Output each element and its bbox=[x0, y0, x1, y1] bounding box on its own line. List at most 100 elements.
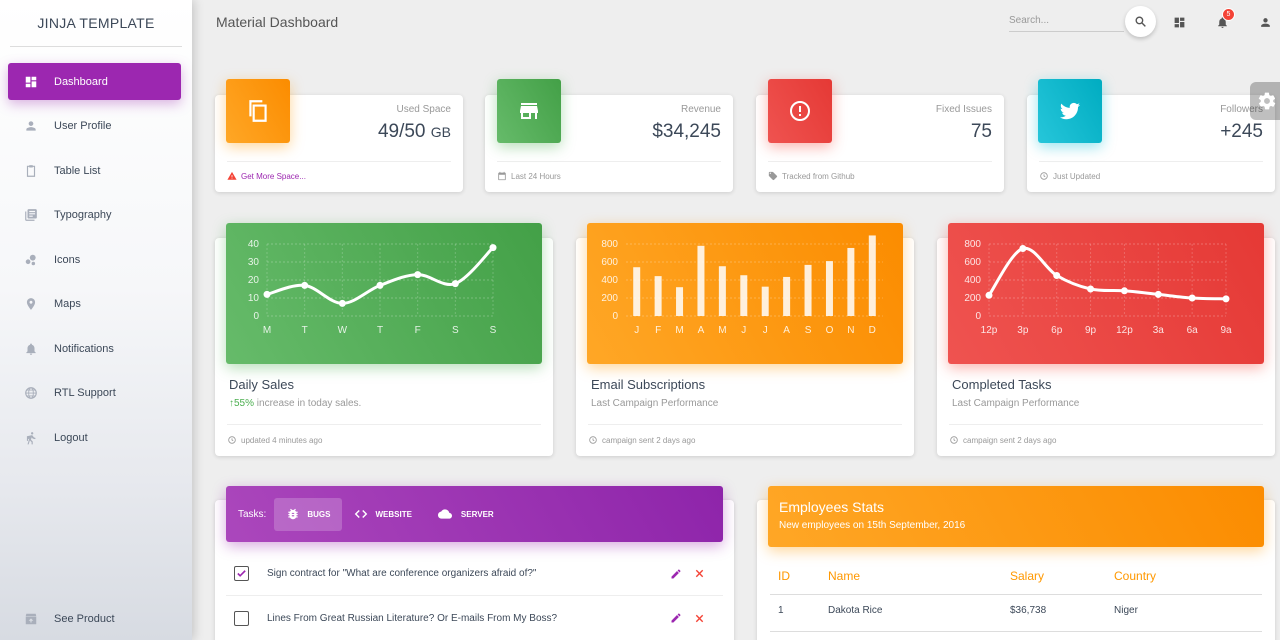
tasks-label: Tasks: bbox=[238, 508, 267, 520]
chart-subtitle: ↑55% increase in today sales. bbox=[229, 398, 362, 409]
x-tick-label: F bbox=[415, 325, 421, 336]
bubble-chart-icon bbox=[23, 252, 39, 268]
sidebar-item-user-profile[interactable]: User Profile bbox=[8, 107, 181, 144]
tab-bugs[interactable]: BUGS bbox=[274, 497, 343, 531]
library-books-icon bbox=[23, 207, 39, 223]
x-tick-label: 12p bbox=[981, 325, 998, 336]
table-divider bbox=[770, 594, 1262, 595]
task-text: Sign contract for "What are conference o… bbox=[267, 568, 537, 579]
table-cell-id: 1 bbox=[778, 605, 784, 616]
completed-tasks-chart[interactable]: 0 200 400 600 800 12p 3p 6p 9p 12p 3a 6a 9a bbox=[948, 223, 1264, 364]
sidebar-item-dashboard[interactable]: Dashboard bbox=[8, 63, 181, 100]
sidebar-item-label: Dashboard bbox=[54, 75, 108, 88]
clock-icon bbox=[228, 436, 236, 444]
sidebar-item-typography[interactable]: Typography bbox=[8, 196, 181, 233]
y-tick-label: 40 bbox=[248, 239, 260, 250]
stat-footer: Just Updated bbox=[1039, 161, 1263, 181]
y-tick-label: 20 bbox=[248, 275, 260, 286]
close-icon[interactable] bbox=[694, 613, 705, 624]
series-line bbox=[987, 246, 1227, 301]
table-header-salary: Salary bbox=[1010, 569, 1045, 583]
y-tick-label: 0 bbox=[253, 311, 259, 322]
stat-footer-text: Tracked from Github bbox=[782, 171, 855, 181]
x-tick-label: T bbox=[302, 325, 308, 336]
y-tick-label: 200 bbox=[964, 293, 981, 304]
x-tick-label: M bbox=[675, 325, 683, 336]
sidebar-item-icons[interactable]: Icons bbox=[8, 241, 181, 278]
search-button[interactable] bbox=[1125, 6, 1156, 37]
x-tick-label: J bbox=[634, 325, 639, 336]
y-tick-label: 200 bbox=[601, 293, 618, 304]
employees-subtitle: New employees on 15th September, 2016 bbox=[779, 520, 966, 531]
x-tick-label: A bbox=[783, 325, 790, 336]
task-checkbox[interactable] bbox=[234, 566, 249, 581]
cloud-icon bbox=[437, 509, 452, 519]
code-icon bbox=[355, 509, 368, 519]
tab-website[interactable]: WEBSITE bbox=[342, 498, 423, 531]
chart-footer-text: updated 4 minutes ago bbox=[241, 435, 323, 445]
page-title[interactable]: Material Dashboard bbox=[216, 14, 338, 30]
stat-icon-box bbox=[768, 79, 832, 143]
data-point bbox=[263, 290, 271, 298]
stat-value: 49/50 GB bbox=[377, 121, 451, 142]
x-tick-label: M bbox=[718, 325, 726, 336]
email-subscriptions-chart[interactable]: 0 200 400 600 800 J F M A M J J A S O N D bbox=[587, 223, 903, 364]
edit-icon[interactable] bbox=[670, 568, 682, 580]
sidebar-item-label: Table List bbox=[54, 164, 101, 177]
table-header-id: ID bbox=[778, 569, 790, 583]
tab-label: BUGS bbox=[307, 509, 331, 519]
stat-value: $34,245 bbox=[652, 121, 721, 142]
info-icon bbox=[790, 101, 810, 121]
stat-footer[interactable]: Get More Space... bbox=[227, 161, 451, 181]
brand-logo[interactable]: JINJA TEMPLATE bbox=[10, 0, 182, 47]
person-icon bbox=[23, 118, 39, 134]
sidebar-item-notifications[interactable]: Notifications bbox=[8, 330, 181, 367]
y-tick-label: 10 bbox=[248, 293, 260, 304]
stat-label: Revenue bbox=[680, 104, 721, 115]
sidebar-item-label: User Profile bbox=[54, 119, 112, 132]
stat-label: Used Space bbox=[396, 104, 451, 115]
x-tick-label: W bbox=[338, 325, 348, 336]
chart-title: Email Subscriptions bbox=[591, 377, 706, 392]
search-input[interactable] bbox=[1009, 10, 1124, 32]
stat-icon-box bbox=[497, 79, 561, 143]
close-icon[interactable] bbox=[694, 568, 705, 579]
language-icon bbox=[23, 385, 39, 401]
bar bbox=[804, 264, 812, 316]
data-point bbox=[1053, 272, 1061, 279]
chart-footer: updated 4 minutes ago bbox=[227, 424, 541, 445]
data-point bbox=[338, 299, 346, 307]
tag-icon bbox=[768, 171, 778, 181]
sidebar-item-table-list[interactable]: Table List bbox=[8, 152, 181, 189]
bar bbox=[740, 275, 748, 316]
data-point bbox=[414, 271, 422, 279]
table-cell-name: Dakota Rice bbox=[828, 605, 883, 616]
chart-header-daily-sales: 0 10 20 30 40 M T W T F S S bbox=[226, 223, 542, 364]
sidebar-item-maps[interactable]: Maps bbox=[8, 285, 181, 322]
sidebar-item-rtl-support[interactable]: RTL Support bbox=[8, 374, 181, 411]
edit-icon[interactable] bbox=[670, 612, 682, 624]
person-icon bbox=[1260, 17, 1270, 27]
dashboard-button[interactable] bbox=[1171, 14, 1187, 30]
table-cell-salary: $36,738 bbox=[1010, 605, 1047, 616]
sidebar-item-logout[interactable]: Logout bbox=[8, 419, 181, 456]
bell-icon bbox=[23, 341, 39, 357]
x-tick-label: 3p bbox=[1017, 325, 1029, 336]
daily-sales-chart[interactable]: 0 10 20 30 40 M T W T F S S bbox=[226, 223, 542, 364]
clock-icon bbox=[589, 436, 597, 444]
user-account-button[interactable] bbox=[1257, 14, 1273, 30]
x-tick-label: 12p bbox=[1116, 325, 1133, 336]
task-text: Lines From Great Russian Literature? Or … bbox=[267, 612, 558, 624]
settings-toggle[interactable] bbox=[1250, 82, 1280, 120]
task-row: Lines From Great Russian Literature? Or … bbox=[226, 596, 723, 640]
sidebar-item-label: Maps bbox=[54, 297, 81, 310]
clock-icon bbox=[950, 436, 958, 444]
notification-badge: 5 bbox=[1222, 8, 1235, 21]
dashboard-icon bbox=[1174, 17, 1184, 27]
task-checkbox[interactable] bbox=[234, 610, 249, 626]
get-more-space-link[interactable]: Get More Space... bbox=[241, 172, 306, 181]
bar bbox=[847, 247, 855, 316]
chart-header-email-subscriptions: 0 200 400 600 800 J F M A M J J A S O N D bbox=[587, 223, 903, 364]
tab-server[interactable]: SERVER bbox=[424, 498, 506, 531]
sidebar-item-see-product[interactable]: See Product bbox=[8, 600, 181, 637]
